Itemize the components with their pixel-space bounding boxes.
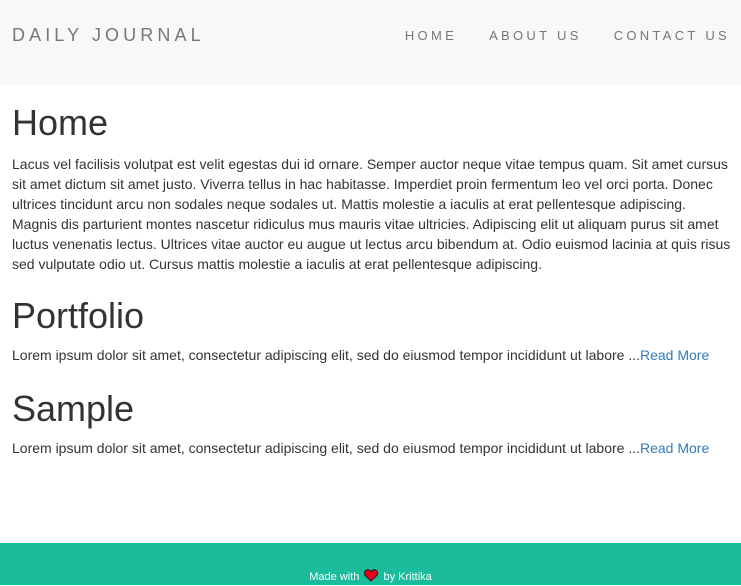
footer-made-with: Made with [309,571,360,583]
nav-link-contact-us[interactable]: CONTACT US [614,28,730,44]
nav-link-home[interactable]: HOME [405,28,457,44]
read-more-link-portfolio[interactable]: Read More [640,347,709,363]
footer: Made with by Krittika [0,543,741,585]
nav-link-about-us[interactable]: ABOUT US [489,28,582,44]
home-section: Home Lacus vel facilisis volutpat est ve… [12,100,732,274]
post-excerpt: Lorem ipsum dolor sit amet, consectetur … [12,345,732,365]
home-title: Home [12,102,109,143]
post-portfolio: Portfolio Lorem ipsum dolor sit amet, co… [12,293,732,365]
post-sample: Sample Lorem ipsum dolor sit amet, conse… [12,386,732,458]
heart-icon [364,569,379,586]
post-excerpt-text: Lorem ipsum dolor sit amet, consectetur … [12,347,640,363]
post-excerpt-text: Lorem ipsum dolor sit amet, consectetur … [12,440,640,456]
footer-author: by Krittika [383,571,432,583]
footer-credit: Made with by Krittika [0,569,741,586]
main-content: Home Lacus vel facilisis volutpat est ve… [12,100,732,458]
nav-menu: HOME ABOUT US CONTACT US [405,28,730,44]
navbar: DAILY JOURNAL HOME ABOUT US CONTACT US [0,0,741,85]
post-title-portfolio: Portfolio [12,295,145,336]
post-excerpt: Lorem ipsum dolor sit amet, consectetur … [12,438,732,458]
home-body: Lacus vel facilisis volutpat est velit e… [12,156,731,272]
post-title-sample: Sample [12,388,135,429]
read-more-link-sample[interactable]: Read More [640,440,709,456]
brand-logo-text[interactable]: DAILY JOURNAL [12,24,205,46]
